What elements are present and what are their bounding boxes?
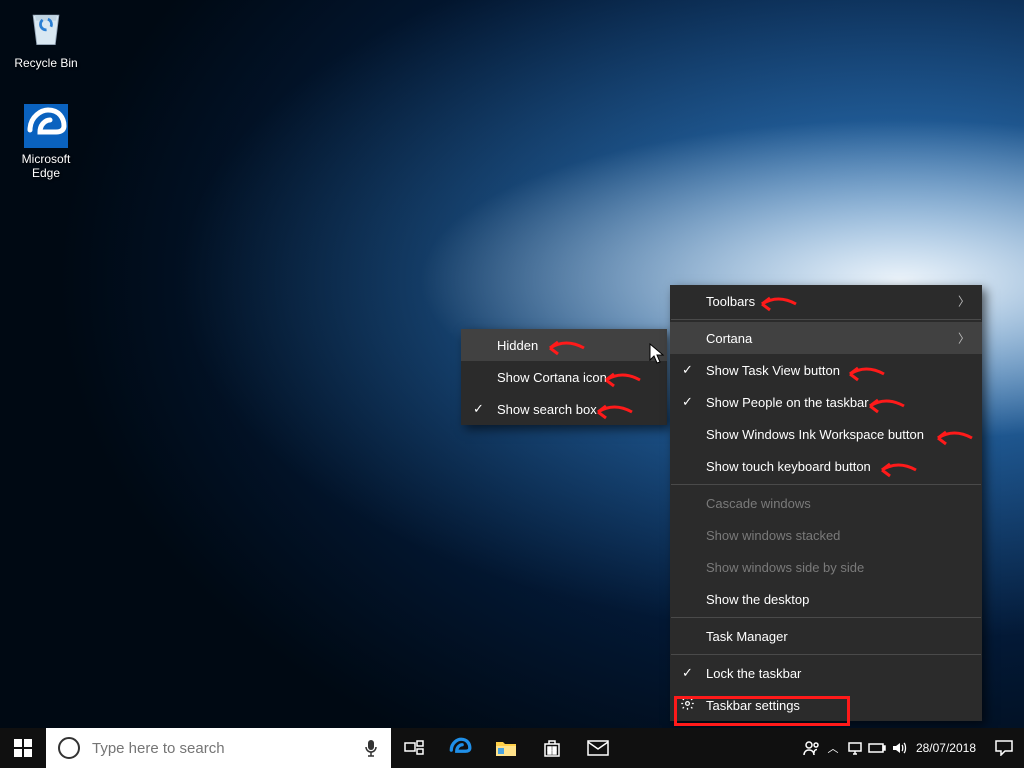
- menu-item-label: Show touch keyboard button: [706, 459, 871, 474]
- menu-item-show-ink-workspace[interactable]: Show Windows Ink Workspace button: [670, 418, 982, 450]
- menu-separator: [671, 617, 981, 618]
- menu-item-label: Show windows stacked: [706, 528, 840, 543]
- desktop[interactable]: Recycle Bin Microsoft Edge Hidden Show C…: [0, 0, 1024, 768]
- check-icon: ✓: [682, 362, 693, 378]
- menu-item-side-by-side: Show windows side by side: [670, 551, 982, 583]
- menu-item-label: Show Cortana icon: [497, 370, 607, 385]
- start-button[interactable]: [0, 728, 46, 768]
- taskbar-context-menu: Toolbars 〉 Cortana 〉 ✓ Show Task View bu…: [670, 285, 982, 721]
- menu-item-show-desktop[interactable]: Show the desktop: [670, 583, 982, 615]
- menu-item-label: Show People on the taskbar: [706, 395, 869, 410]
- menu-item-label: Cascade windows: [706, 496, 811, 511]
- taskbar-app-store[interactable]: [529, 728, 575, 768]
- submenu-item-show-cortana-icon[interactable]: Show Cortana icon: [461, 361, 667, 393]
- menu-item-taskbar-settings[interactable]: Taskbar settings: [670, 689, 982, 721]
- menu-item-show-touch-keyboard[interactable]: Show touch keyboard button: [670, 450, 982, 482]
- desktop-icon-recycle-bin[interactable]: Recycle Bin: [6, 4, 86, 70]
- cortana-circle-icon: [58, 737, 80, 759]
- menu-item-label: Show the desktop: [706, 592, 809, 607]
- taskbar-clock[interactable]: 28/07/2018: [910, 741, 984, 755]
- menu-item-label: Show search box: [497, 402, 597, 417]
- menu-item-cascade-windows: Cascade windows: [670, 487, 982, 519]
- menu-item-stacked: Show windows stacked: [670, 519, 982, 551]
- menu-item-label: Show windows side by side: [706, 560, 864, 575]
- menu-item-task-manager[interactable]: Task Manager: [670, 620, 982, 652]
- menu-item-show-people[interactable]: ✓ Show People on the taskbar: [670, 386, 982, 418]
- battery-icon[interactable]: [866, 728, 888, 768]
- taskbar-search-box[interactable]: [46, 728, 391, 768]
- taskbar-app-file-explorer[interactable]: [483, 728, 529, 768]
- action-center-button[interactable]: [984, 740, 1024, 756]
- tray-chevron-up-icon[interactable]: ︿: [822, 728, 844, 768]
- submenu-item-hidden[interactable]: Hidden: [461, 329, 667, 361]
- menu-item-label: Lock the taskbar: [706, 666, 801, 681]
- gear-icon: [680, 696, 695, 714]
- clock-date: 28/07/2018: [916, 741, 976, 755]
- menu-item-label: Hidden: [497, 338, 538, 353]
- menu-item-label: Show Windows Ink Workspace button: [706, 427, 924, 442]
- chevron-right-icon: 〉: [958, 293, 970, 310]
- network-icon[interactable]: [844, 728, 866, 768]
- menu-item-cortana[interactable]: Cortana 〉: [670, 322, 982, 354]
- cortana-submenu: Hidden Show Cortana icon ✓ Show search b…: [461, 329, 667, 425]
- system-tray: ︿ 28/07/2018: [800, 728, 1024, 768]
- search-input[interactable]: [90, 739, 351, 758]
- taskbar: ︿ 28/07/2018: [0, 728, 1024, 768]
- check-icon: ✓: [682, 394, 693, 410]
- menu-item-label: Show Task View button: [706, 363, 840, 378]
- check-icon: ✓: [682, 665, 693, 681]
- menu-item-toolbars[interactable]: Toolbars 〉: [670, 285, 982, 317]
- menu-item-label: Cortana: [706, 331, 752, 346]
- menu-item-lock-taskbar[interactable]: ✓ Lock the taskbar: [670, 657, 982, 689]
- menu-item-show-task-view[interactable]: ✓ Show Task View button: [670, 354, 982, 386]
- taskbar-app-edge[interactable]: [437, 728, 483, 768]
- microphone-icon[interactable]: [351, 739, 391, 757]
- submenu-item-show-search-box[interactable]: ✓ Show search box: [461, 393, 667, 425]
- chevron-right-icon: 〉: [958, 330, 970, 347]
- menu-item-label: Toolbars: [706, 294, 755, 309]
- menu-item-label: Taskbar settings: [706, 698, 800, 713]
- people-icon[interactable]: [800, 728, 822, 768]
- menu-separator: [671, 319, 981, 320]
- task-view-button[interactable]: [391, 728, 437, 768]
- menu-item-label: Task Manager: [706, 629, 788, 644]
- desktop-icon-label: Microsoft Edge: [6, 152, 86, 180]
- menu-separator: [671, 484, 981, 485]
- check-icon: ✓: [473, 401, 484, 417]
- edge-icon: [24, 104, 68, 148]
- desktop-icon-label: Recycle Bin: [6, 56, 86, 70]
- volume-icon[interactable]: [888, 728, 910, 768]
- desktop-icon-microsoft-edge[interactable]: Microsoft Edge: [6, 104, 86, 180]
- recycle-bin-icon: [22, 4, 70, 52]
- taskbar-app-mail[interactable]: [575, 728, 621, 768]
- menu-separator: [671, 654, 981, 655]
